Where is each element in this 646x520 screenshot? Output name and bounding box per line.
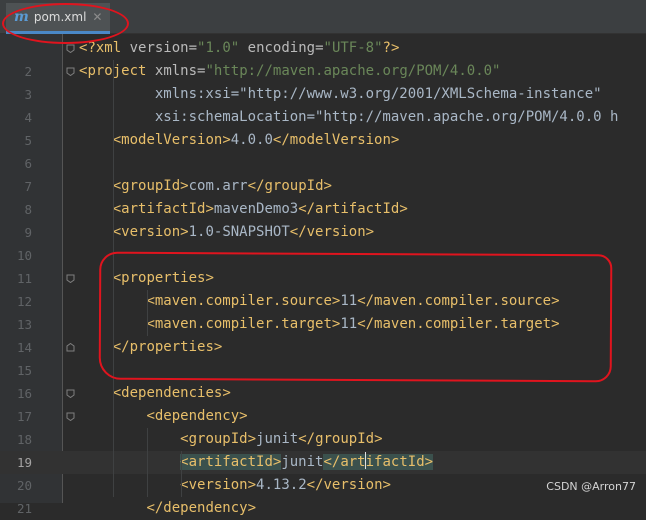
code-text: <groupId>com.arr</groupId>	[112, 178, 332, 194]
code-line[interactable]: 2 <project xmlns="http://maven.apache.org…	[0, 60, 646, 83]
code-line[interactable]: 19 <artifactId>junit</artifactId>	[0, 451, 646, 474]
fold-collapse-icon[interactable]	[66, 274, 75, 283]
code-text: xmlns:xsi="http://www.w3.org/2001/XMLSch…	[79, 86, 602, 102]
line-number: 3	[24, 87, 32, 102]
code-text: <artifactId>junit</artifactId>	[180, 452, 434, 470]
csdn-watermark: CSDN @Arron77	[546, 480, 636, 493]
code-text: <version>4.13.2</version>	[180, 477, 391, 493]
code-text: <dependencies>	[112, 385, 231, 401]
line-number: 6	[24, 156, 32, 171]
code-line[interactable]: 21 </dependency>	[0, 497, 646, 520]
line-number: 17	[16, 409, 32, 424]
line-number: 5	[24, 133, 32, 148]
code-text: <artifactId>mavenDemo3</artifactId>	[112, 201, 408, 217]
fold-collapse-icon[interactable]	[66, 44, 75, 53]
line-number: 14	[16, 340, 32, 355]
line-number: 18	[16, 432, 32, 447]
code-text: <version>1.0-SNAPSHOT</version>	[112, 224, 375, 240]
code-line[interactable]: 7 <groupId>com.arr</groupId>	[0, 175, 646, 198]
line-number: 15	[16, 363, 32, 378]
line-number: 21	[16, 501, 32, 516]
code-text: <modelVersion>4.0.0</modelVersion>	[112, 132, 400, 148]
line-number: 7	[24, 179, 32, 194]
code-line[interactable]: 9 <version>1.0-SNAPSHOT</version>	[0, 221, 646, 244]
code-line[interactable]: 16 <dependencies>	[0, 382, 646, 405]
line-number: 16	[16, 386, 32, 401]
line-number: 19	[16, 455, 32, 470]
fold-collapse-icon[interactable]	[66, 412, 75, 421]
fold-collapse-icon[interactable]	[66, 389, 75, 398]
code-text: <dependency>	[146, 408, 248, 424]
indent-guide	[147, 428, 148, 497]
line-number: 12	[16, 294, 32, 309]
line-number: 10	[16, 248, 32, 263]
code-line[interactable]: 18 <groupId>junit</groupId>	[0, 428, 646, 451]
code-text: <groupId>junit</groupId>	[180, 431, 383, 447]
line-number: 2	[24, 64, 32, 79]
code-text: <project xmlns="http://maven.apache.org/…	[79, 63, 501, 79]
properties-annotation-box	[98, 251, 613, 383]
line-number: 4	[24, 110, 32, 125]
tab-annotation-circle	[2, 3, 129, 44]
code-text: xsi:schemaLocation="http://maven.apache.…	[79, 109, 619, 125]
line-number: 13	[16, 317, 32, 332]
fold-collapse-icon[interactable]	[66, 67, 75, 76]
code-line[interactable]: 8 <artifactId>mavenDemo3</artifactId>	[0, 198, 646, 221]
code-text: </dependency>	[146, 500, 257, 516]
code-line[interactable]: 5 <modelVersion>4.0.0</modelVersion>	[0, 129, 646, 152]
line-number: 8	[24, 202, 32, 217]
fold-end-icon[interactable]	[66, 343, 75, 352]
code-line[interactable]: 4 xsi:schemaLocation="http://maven.apach…	[0, 106, 646, 129]
line-number: 20	[16, 478, 32, 493]
code-line[interactable]: 6	[0, 152, 646, 175]
line-number: 9	[24, 225, 32, 240]
code-text: <?xml version="1.0" encoding="UTF-8"?>	[79, 40, 400, 56]
code-line[interactable]: 3 xmlns:xsi="http://www.w3.org/2001/XMLS…	[0, 83, 646, 106]
line-number: 11	[16, 271, 32, 286]
indent-guide	[181, 451, 182, 497]
code-line[interactable]: 17 <dependency>	[0, 405, 646, 428]
